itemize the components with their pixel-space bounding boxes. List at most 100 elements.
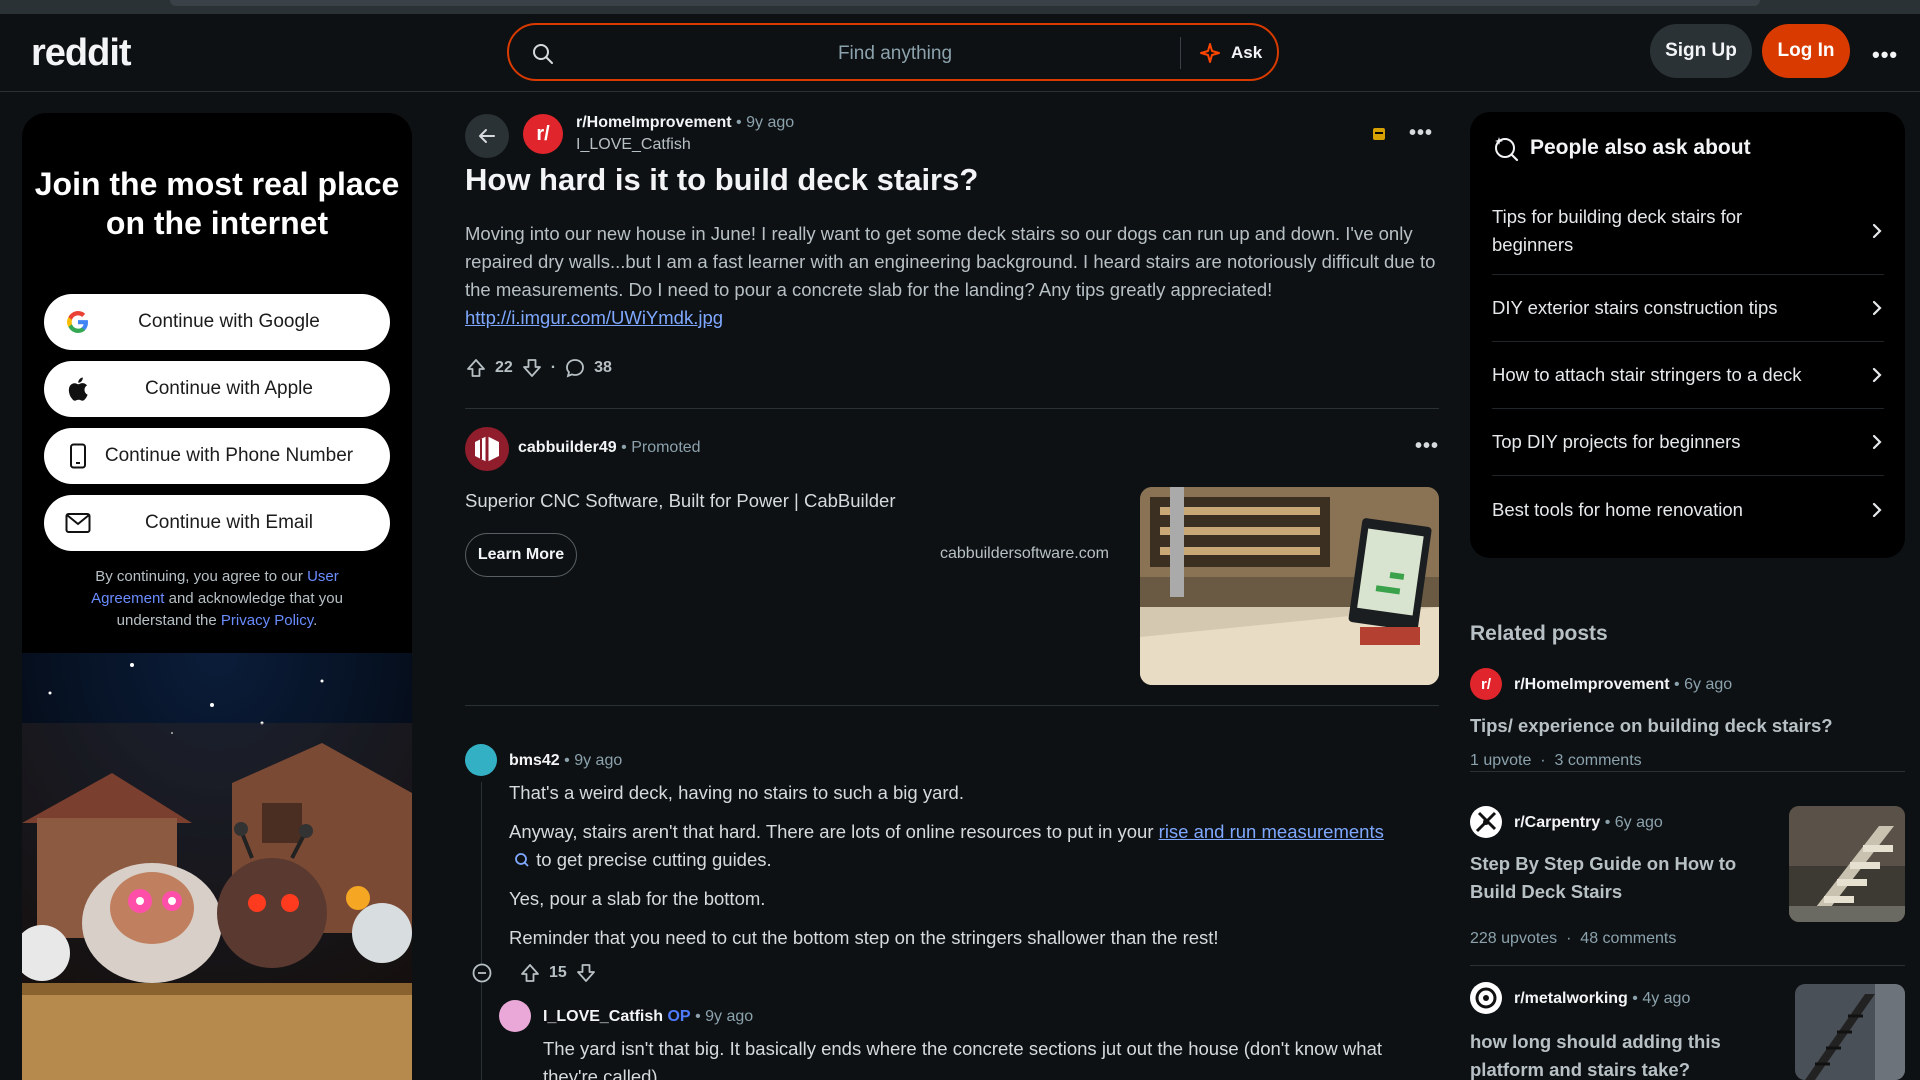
ask-item[interactable]: Tips for building deck stairs for beginn… [1492, 187, 1884, 275]
related-post-title[interactable]: Tips/ experience on building deck stairs… [1470, 712, 1905, 740]
related-upvotes: 1 upvote [1470, 752, 1532, 769]
continue-google-button[interactable]: Continue with Google [44, 294, 390, 350]
continue-email-button[interactable]: Continue with Email [44, 495, 390, 551]
continue-phone-button[interactable]: Continue with Phone Number [44, 428, 390, 484]
learn-more-button[interactable]: Learn More [465, 533, 577, 577]
avatar[interactable] [465, 744, 497, 776]
upvote-count: 22 [495, 359, 513, 376]
related-comments: 3 comments [1554, 752, 1642, 769]
post-title: How hard is it to build deck stairs? [465, 162, 979, 197]
legal-text-part: . [313, 612, 318, 629]
comment-body: That's a weird deck, having no stairs to… [509, 779, 1439, 952]
separator-dot: · [550, 359, 557, 376]
continue-google-label: Continue with Google [138, 311, 320, 332]
comment-icon[interactable] [564, 357, 586, 379]
privacy-policy-link[interactable]: Privacy Policy [221, 612, 313, 629]
promo-more-icon[interactable]: ••• [1415, 435, 1439, 458]
post-vote-bar: 22 · 38 [465, 357, 612, 379]
sign-up-button[interactable]: Sign Up [1650, 24, 1752, 78]
people-also-ask-card: People also ask about Tips for building … [1470, 112, 1905, 558]
arrow-left-icon [479, 129, 495, 143]
related-post-stats: 228 upvotes · 48 comments [1470, 930, 1677, 947]
downvote-icon[interactable] [521, 357, 543, 379]
related-post-thumbnail[interactable] [1789, 806, 1905, 922]
chevron-right-icon [1872, 502, 1882, 517]
signup-title: Join the most real place on the internet [34, 166, 400, 241]
top-header: reddit Find anything Ask Sign Up Log In … [0, 14, 1920, 92]
advertiser-avatar[interactable] [465, 427, 509, 471]
advertiser-name[interactable]: cabbuilder49 [518, 439, 617, 456]
comment-paragraph: Reminder that you need to cut the bottom… [509, 927, 1219, 948]
op-badge: OP [667, 1008, 691, 1025]
post-age: 9y ago [746, 114, 795, 131]
promo-headline[interactable]: Superior CNC Software, Built for Power |… [465, 490, 895, 512]
post-author[interactable]: I_LOVE_Catfish [576, 136, 794, 154]
award-icon[interactable] [1371, 126, 1387, 142]
upvote-icon[interactable] [519, 962, 541, 984]
comment-text: Anyway, stairs aren't that hard. There a… [509, 821, 1159, 842]
browser-top-strip [0, 0, 1920, 14]
related-subreddit[interactable]: r/Carpentry [1514, 814, 1600, 831]
chevron-right-icon [1872, 367, 1882, 383]
snoo-illustration [22, 653, 412, 1080]
separator-dot: • [1669, 676, 1685, 693]
google-icon [64, 308, 92, 336]
separator-dot: • [736, 114, 742, 131]
related-post-title[interactable]: Step By Step Guide on How to Build Deck … [1470, 850, 1760, 906]
thread-line[interactable] [481, 782, 482, 1080]
promoted-label: Promoted [631, 439, 701, 456]
subreddit-link[interactable]: r/HomeImprovement [576, 114, 732, 131]
related-post-title[interactable]: how long should adding this platform and… [1470, 1028, 1760, 1080]
ask-item[interactable]: Best tools for home renovation [1492, 476, 1884, 543]
post-meta: r/HomeImprovement • 9y ago I_LOVE_Catfis… [576, 114, 794, 154]
separator-dot: • [695, 1008, 706, 1025]
collapse-icon[interactable] [471, 962, 493, 984]
ask-item-label: DIY exterior stairs construction tips [1492, 297, 1778, 318]
ask-item[interactable]: How to attach stair stringers to a deck [1492, 342, 1884, 409]
search-bar[interactable]: Find anything Ask [507, 23, 1279, 81]
comment-author[interactable]: I_LOVE_Catfish [543, 1008, 663, 1025]
separator-dot: • [1600, 814, 1615, 831]
continue-phone-label: Continue with Phone Number [104, 445, 354, 466]
comment-paragraph: Yes, pour a slab for the bottom. [509, 888, 766, 909]
people-also-ask-heading: People also ask about [1492, 134, 1751, 162]
related-age: 6y ago [1684, 676, 1733, 693]
log-in-button[interactable]: Log In [1762, 24, 1850, 78]
related-post-thumbnail[interactable] [1795, 984, 1905, 1080]
upvote-icon[interactable] [465, 357, 487, 379]
more-options-icon[interactable]: ••• [1872, 42, 1898, 68]
comment-meta: I_LOVE_Catfish OP • 9y ago [543, 1008, 753, 1026]
related-post[interactable]: r/ r/HomeImprovement • 6y ago Tips/ expe… [1470, 668, 1905, 772]
ask-label: Ask [1231, 43, 1263, 62]
avatar[interactable] [499, 1000, 531, 1032]
ask-item-label: Top DIY projects for beginners [1492, 431, 1741, 452]
subreddit-avatar[interactable]: r/ [523, 114, 563, 154]
post-more-icon[interactable]: ••• [1409, 122, 1433, 145]
promo-image[interactable] [1140, 487, 1439, 685]
chevron-right-icon [1872, 434, 1882, 450]
ask-button[interactable]: Ask [1199, 39, 1262, 67]
comment-author[interactable]: bms42 [509, 752, 560, 769]
apple-icon [64, 375, 92, 403]
related-subreddit[interactable]: r/HomeImprovement [1514, 676, 1670, 693]
continue-apple-button[interactable]: Continue with Apple [44, 361, 390, 417]
related-subreddit[interactable]: r/metalworking [1514, 990, 1628, 1007]
search-term-link[interactable]: rise and run measurements [1159, 821, 1384, 842]
back-button[interactable] [465, 114, 509, 158]
subreddit-avatar [1470, 982, 1502, 1014]
people-also-ask-title: People also ask about [1530, 136, 1751, 159]
promo-domain[interactable]: cabbuildersoftware.com [940, 545, 1109, 563]
comment-text: to get precise cutting guides. [531, 849, 772, 870]
related-post[interactable]: r/metalworking • 4y ago how long should … [1470, 982, 1905, 1080]
ask-item[interactable]: DIY exterior stairs construction tips [1492, 275, 1884, 342]
reddit-logo[interactable]: reddit [31, 32, 132, 75]
post-body-text: Moving into our new house in June! I rea… [465, 223, 1436, 300]
post-image-link[interactable]: http://i.imgur.com/UWiYmdk.jpg [465, 307, 723, 328]
related-post[interactable]: r/Carpentry • 6y ago Step By Step Guide … [1470, 806, 1905, 966]
continue-apple-label: Continue with Apple [145, 378, 313, 399]
downvote-icon[interactable] [575, 962, 597, 984]
browser-tab-bar [170, 0, 1760, 6]
comment-vote-count: 15 [549, 964, 567, 981]
ask-item[interactable]: Top DIY projects for beginners [1492, 409, 1884, 476]
related-post-meta: r/HomeImprovement • 6y ago [1514, 676, 1732, 694]
